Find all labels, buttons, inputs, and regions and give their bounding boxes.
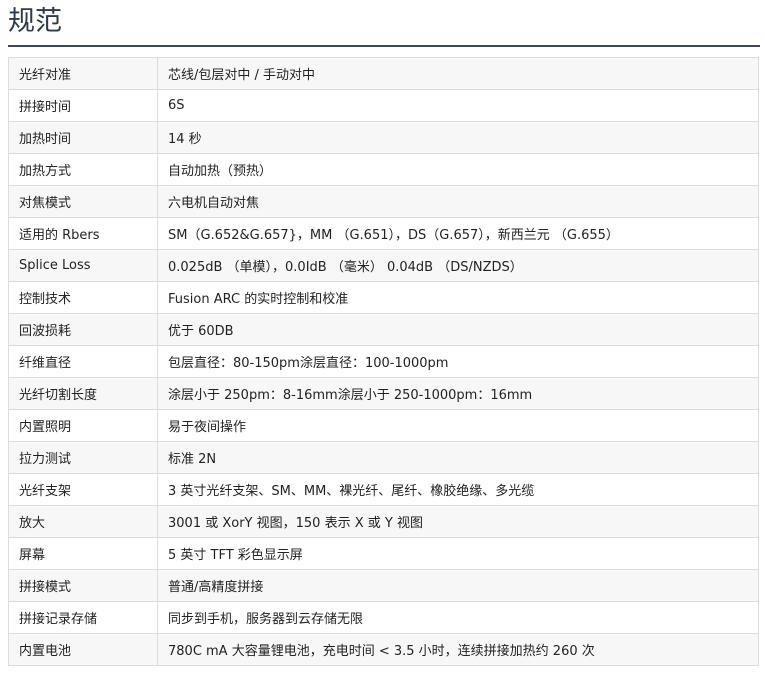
spec-value: SM（G.652&G.657}，MM （G.651），DS（G.657），新西兰… <box>157 217 759 250</box>
table-row: 拼接时间 6S <box>8 89 759 122</box>
spec-value: 同步到手机，服务器到云存储无限 <box>157 601 759 634</box>
spec-value: 自动加热（预热） <box>157 153 759 186</box>
table-row: 适用的 Rbers SM（G.652&G.657}，MM （G.651），DS（G… <box>8 217 759 250</box>
title-divider <box>8 45 760 47</box>
spec-key: 屏幕 <box>8 537 158 570</box>
spec-value: 易于夜间操作 <box>157 409 759 442</box>
spec-value: 3 英寸光纤支架、SM、MM、裸光纤、尾纤、橡胶绝缘、多光缆 <box>157 473 759 506</box>
spec-key: 光纤对准 <box>8 57 158 90</box>
table-row: 加热时间 14 秒 <box>8 121 759 154</box>
spec-key: 光纤支架 <box>8 473 158 506</box>
spec-table: 光纤对准 芯线/包层对中 / 手动对中 拼接时间 6S 加热时间 14 秒 加热方式自… <box>8 57 759 666</box>
table-row: 控制技术 Fusion ARC 的实时控制和校准 <box>8 281 759 314</box>
table-row: 光纤支架 3 英寸光纤支架、SM、MM、裸光纤、尾纤、橡胶绝缘、多光缆 <box>8 473 759 506</box>
spec-value: 普通/高精度拼接 <box>157 569 759 602</box>
table-row: 内置照明 易于夜间操作 <box>8 409 759 442</box>
table-row: 拼接记录存储 同步到手机，服务器到云存储无限 <box>8 601 759 634</box>
spec-key: 对焦模式 <box>8 185 158 218</box>
table-row: 拼接模式 普通/高精度拼接 <box>8 569 759 602</box>
spec-key: 控制技术 <box>8 281 158 314</box>
spec-value: 标准 2N <box>157 441 759 474</box>
spec-key: 内置电池 <box>8 633 158 666</box>
spec-key: Splice Loss <box>8 249 158 282</box>
table-row: 纤维直径 包层直径：80-150pm涂层直径：100-1000pm <box>8 345 759 378</box>
spec-value: 5 英寸 TFT 彩色显示屏 <box>157 537 759 570</box>
spec-key: 放大 <box>8 505 158 538</box>
spec-key: 回波损耗 <box>8 313 158 346</box>
spec-key: 纤维直径 <box>8 345 158 378</box>
spec-key: 拉力测试 <box>8 441 158 474</box>
table-row: 屏幕 5 英寸 TFT 彩色显示屏 <box>8 537 759 570</box>
table-row: 加热方式 自动加热（预热） <box>8 153 759 186</box>
spec-key: 内置照明 <box>8 409 158 442</box>
table-row: 内置电池 780C mA 大容量锂电池，充电时间 < 3.5 小时，连续拼接加热约… <box>8 633 759 666</box>
spec-key: 加热时间 <box>8 121 158 154</box>
table-row: 放大 3001 或 XorY 视图，150 表示 X 或 Y 视图 <box>8 505 759 538</box>
page-title: 规范 <box>8 6 62 37</box>
table-row: Splice Loss 0.025dB （单模），0.0IdB （毫米） 0.04… <box>8 249 759 282</box>
spec-value: 0.025dB （单模），0.0IdB （毫米） 0.04dB （DS/NZDS… <box>157 249 759 282</box>
spec-value: 3001 或 XorY 视图，150 表示 X 或 Y 视图 <box>157 505 759 538</box>
spec-value: 芯线/包层对中 / 手动对中 <box>157 57 759 90</box>
spec-value: 六电机自动对焦 <box>157 185 759 218</box>
spec-value: 780C mA 大容量锂电池，充电时间 < 3.5 小时，连续拼接加热约 260… <box>157 633 759 666</box>
spec-value: 6S <box>157 89 759 122</box>
spec-key: 拼接时间 <box>8 89 158 122</box>
table-row: 拉力测试 标准 2N <box>8 441 759 474</box>
spec-key: 光纤切割长度 <box>8 377 158 410</box>
spec-value: 14 秒 <box>157 121 759 154</box>
table-row: 回波损耗 优于 60DB <box>8 313 759 346</box>
spec-key: 加热方式 <box>8 153 158 186</box>
spec-value: 包层直径：80-150pm涂层直径：100-1000pm <box>157 345 759 378</box>
spec-key: 拼接记录存储 <box>8 601 158 634</box>
spec-value: 涂层小于 250pm：8-16mm涂层小于 250-1000pm：16mm <box>157 377 759 410</box>
table-row: 光纤对准 芯线/包层对中 / 手动对中 <box>8 57 759 90</box>
spec-key: 拼接模式 <box>8 569 158 602</box>
spec-value: Fusion ARC 的实时控制和校准 <box>157 281 759 314</box>
spec-value: 优于 60DB <box>157 313 759 346</box>
spec-key: 适用的 Rbers <box>8 217 158 250</box>
table-row: 光纤切割长度 涂层小于 250pm：8-16mm涂层小于 250-1000pm：1… <box>8 377 759 410</box>
table-row: 对焦模式 六电机自动对焦 <box>8 185 759 218</box>
